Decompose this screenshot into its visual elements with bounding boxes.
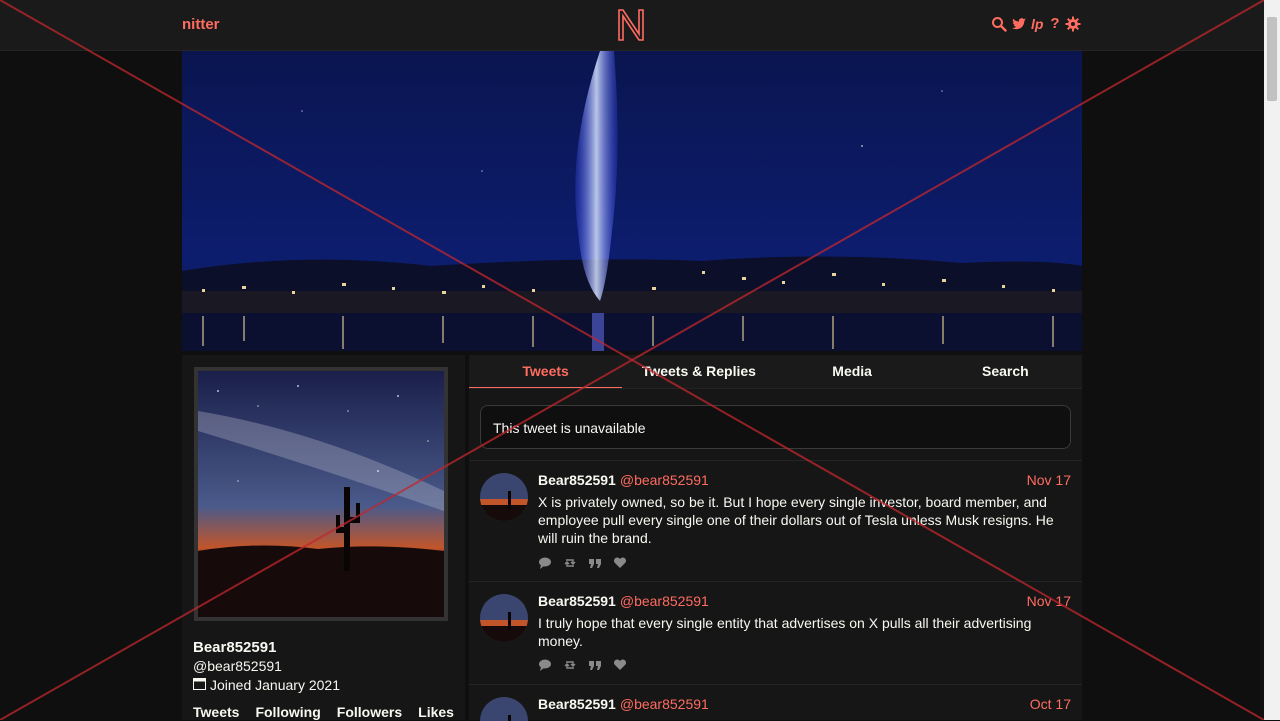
tweet-item[interactable]: Bear852591 @bear852591 Nov 17 X is privat… (469, 460, 1082, 582)
tweet-fullname[interactable]: Bear852591 (538, 593, 616, 609)
scrollbar-thumb[interactable] (1267, 17, 1277, 101)
tweet-header: Bear852591 @bear852591 (538, 472, 709, 488)
timeline-tabs: Tweets Tweets & Replies Media Search (469, 355, 1082, 389)
stat-tweets[interactable]: Tweets (193, 704, 239, 720)
navbar: nitter lp ? (0, 0, 1264, 51)
tweet-header: Bear852591 @bear852591 (538, 696, 709, 712)
tweet-item[interactable]: Bear852591 @bear852591 Nov 17 I truly hop… (469, 581, 1082, 685)
avatar[interactable] (194, 367, 448, 621)
tweet-stats (538, 556, 627, 570)
tab-tweets-replies[interactable]: Tweets & Replies (622, 355, 775, 389)
unavailable-tweet: This tweet is unavailable (480, 405, 1071, 449)
tweet-username[interactable]: @bear852591 (620, 472, 709, 488)
tweet-avatar[interactable] (480, 473, 528, 521)
retweet-icon[interactable] (563, 658, 577, 672)
quote-icon[interactable] (588, 658, 602, 672)
profile-joined: Joined January 2021 (193, 677, 340, 693)
tweet-username[interactable]: @bear852591 (620, 593, 709, 609)
tweet-content: X is privately owned, so be it. But I ho… (538, 494, 1054, 546)
tab-search[interactable]: Search (929, 355, 1082, 389)
tweet-username[interactable]: @bear852591 (620, 696, 709, 712)
reply-icon[interactable] (538, 658, 552, 672)
tweet-date[interactable]: Nov 17 (1027, 472, 1071, 488)
nitter-logo-icon[interactable] (617, 8, 645, 41)
quote-icon[interactable] (588, 556, 602, 570)
heart-icon[interactable] (613, 556, 627, 570)
tweet-header: Bear852591 @bear852591 (538, 593, 709, 609)
profile-username[interactable]: @bear852591 (193, 658, 282, 674)
profile-card: Bear852591 @bear852591 Joined January 20… (182, 355, 465, 720)
twitter-bird-icon[interactable] (1011, 16, 1027, 32)
brand-link[interactable]: nitter (182, 16, 220, 33)
tweet-stats (538, 658, 627, 672)
tweet-fullname[interactable]: Bear852591 (538, 696, 616, 712)
reply-icon[interactable] (538, 556, 552, 570)
profile-stats: Tweets Following Followers Likes (193, 704, 454, 720)
tweet-item[interactable]: Bear852591 @bear852591 Oct 17 (469, 684, 1082, 721)
timeline: Tweets Tweets & Replies Media Search Thi… (469, 355, 1082, 721)
tabs-divider (469, 388, 1082, 389)
help-icon[interactable]: ? (1049, 16, 1061, 32)
tweet-date[interactable]: Nov 17 (1027, 593, 1071, 609)
tweet-fullname[interactable]: Bear852591 (538, 472, 616, 488)
stat-likes[interactable]: Likes (418, 704, 454, 720)
profile-fullname[interactable]: Bear852591 (193, 639, 276, 656)
tweet-date[interactable]: Oct 17 (1030, 696, 1071, 712)
tweet-avatar[interactable] (480, 697, 528, 721)
tweet-content: I truly hope that every single entity th… (538, 615, 1032, 649)
heart-icon[interactable] (613, 658, 627, 672)
tab-media[interactable]: Media (776, 355, 929, 389)
nav-icon-group: lp ? (991, 16, 1081, 32)
gear-icon[interactable] (1065, 16, 1081, 32)
tweet-avatar[interactable] (480, 594, 528, 642)
rss-icon[interactable]: lp (1031, 16, 1045, 32)
page-scrollbar[interactable] (1264, 0, 1280, 720)
stat-following[interactable]: Following (255, 704, 320, 720)
stat-followers[interactable]: Followers (337, 704, 402, 720)
tab-tweets[interactable]: Tweets (469, 355, 623, 389)
joined-date: Joined January 2021 (210, 677, 340, 693)
search-icon[interactable] (991, 16, 1007, 32)
calendar-icon (193, 677, 206, 693)
retweet-icon[interactable] (563, 556, 577, 570)
profile-banner[interactable] (182, 51, 1082, 351)
